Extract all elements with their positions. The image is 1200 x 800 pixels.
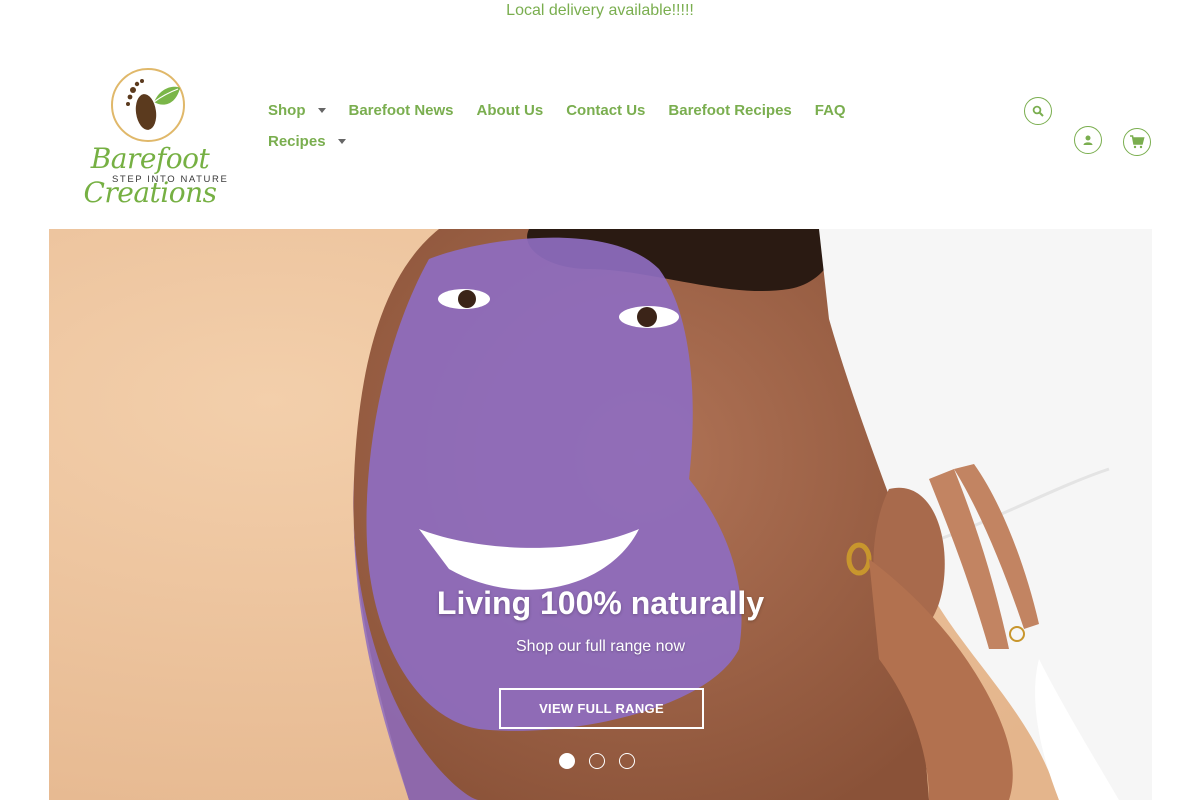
main-navigation: Shop Barefoot News About Us Contact Us B… [268, 98, 908, 160]
nav-row-primary: Shop Barefoot News About Us Contact Us B… [268, 98, 908, 122]
nav-item-about-us[interactable]: About Us [477, 102, 544, 119]
slide-dot-1[interactable] [559, 753, 575, 769]
nav-item-barefoot-recipes[interactable]: Barefoot Recipes [668, 102, 791, 119]
nav-item-faq[interactable]: FAQ [815, 102, 846, 119]
caret-down-icon [337, 139, 346, 144]
slide-dot-2[interactable] [589, 753, 605, 769]
hero-title: Living 100% naturally [436, 585, 765, 621]
nav-item-contact-us[interactable]: Contact Us [566, 102, 645, 119]
account-icon [1083, 135, 1093, 145]
cart-button[interactable] [1123, 128, 1151, 156]
account-button[interactable] [1074, 126, 1102, 154]
search-icon [1032, 105, 1044, 117]
nav-item-label: Barefoot Recipes [668, 101, 792, 119]
nav-item-label: FAQ [814, 101, 846, 119]
hero-subtitle: Shop our full range now [516, 638, 685, 655]
hero-slideshow: Living 100% naturally Shop our full rang… [49, 229, 1152, 800]
nav-item-label: About Us [476, 101, 544, 119]
announcement-bar: Local delivery available!!!!! [506, 2, 694, 19]
nav-item-shop[interactable]: Shop [268, 102, 326, 119]
view-full-range-button[interactable]: VIEW FULL RANGE [499, 688, 704, 729]
caret-down-icon [317, 108, 326, 113]
nav-row-secondary: Recipes [268, 129, 908, 153]
search-button[interactable] [1024, 97, 1052, 125]
nav-item-recipes[interactable]: Recipes [268, 133, 346, 150]
nav-item-barefoot-news[interactable]: Barefoot News [349, 102, 454, 119]
cart-icon [1130, 135, 1145, 149]
site-logo[interactable]: Barefoot Creations STEP INTO NATURE [50, 64, 250, 209]
slide-dot-3[interactable] [619, 753, 635, 769]
nav-item-label: Recipes [268, 132, 326, 150]
slide-pagination [559, 753, 649, 769]
nav-item-label: Shop [268, 101, 306, 119]
nav-item-label: Contact Us [566, 101, 646, 119]
nav-item-label: Barefoot News [348, 101, 454, 119]
footprint-leaf-icon [111, 68, 185, 142]
logo-tagline: STEP INTO NATURE [112, 174, 229, 185]
